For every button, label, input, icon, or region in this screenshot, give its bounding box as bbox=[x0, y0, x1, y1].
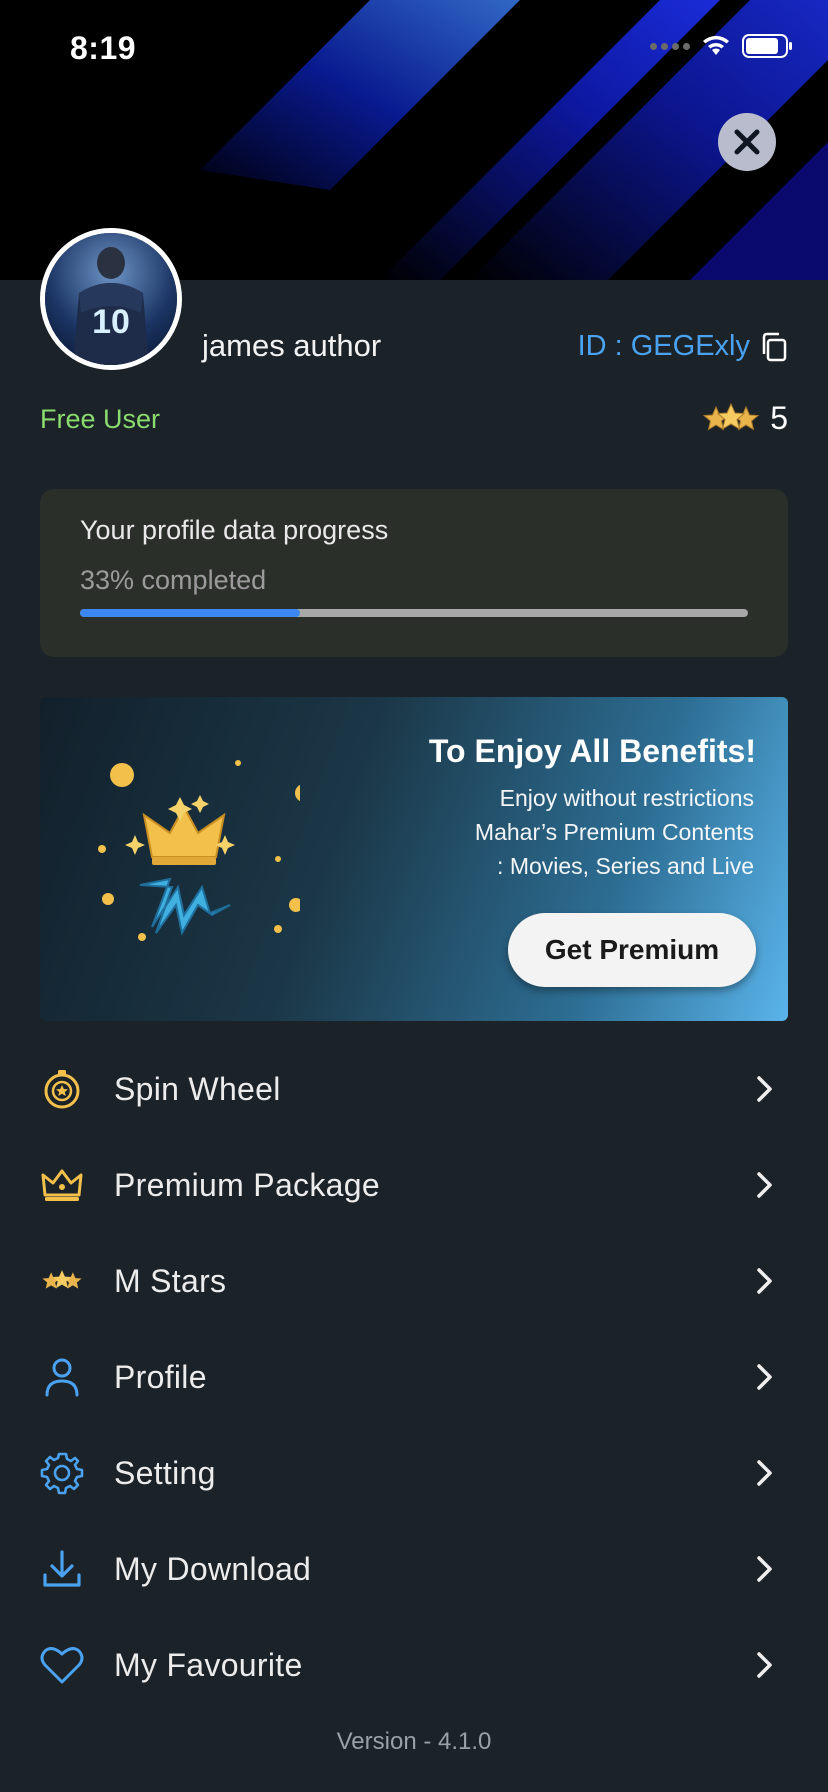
premium-line-3: : Movies, Series and Live bbox=[497, 853, 754, 879]
spin-wheel-icon bbox=[40, 1067, 84, 1111]
get-premium-button[interactable]: Get Premium bbox=[508, 913, 756, 987]
stars-icon bbox=[702, 402, 760, 431]
menu-item-label: M Stars bbox=[114, 1262, 227, 1299]
progress-bar-fill bbox=[80, 609, 301, 617]
app-version: Version - 4.1.0 bbox=[336, 1728, 492, 1755]
menu-item-label: Premium Package bbox=[114, 1166, 380, 1203]
svg-text:10: 10 bbox=[92, 303, 130, 341]
menu-item-m-stars[interactable]: M Stars bbox=[0, 1233, 828, 1329]
profile-progress-card[interactable]: Your profile data progress 33% completed bbox=[40, 489, 788, 657]
progress-bar bbox=[80, 609, 748, 617]
stars-icon bbox=[40, 1259, 84, 1303]
premium-crown-illustration bbox=[98, 760, 300, 941]
menu-item-setting[interactable]: Setting bbox=[0, 1425, 828, 1521]
heart-icon bbox=[40, 1643, 84, 1687]
premium-line-2: Mahar’s Premium Contents bbox=[474, 819, 754, 845]
user-id-text: ID : GEGExly bbox=[577, 330, 750, 362]
chevron-right-icon bbox=[757, 1268, 772, 1294]
avatar[interactable]: 10 bbox=[40, 228, 182, 370]
download-icon bbox=[40, 1547, 84, 1591]
menu-item-label: Profile bbox=[114, 1358, 207, 1395]
user-name: james author bbox=[202, 328, 382, 363]
wifi-icon bbox=[703, 35, 729, 55]
premium-banner[interactable]: To Enjoy All Benefits! Enjoy without res… bbox=[40, 697, 788, 1021]
user-icon bbox=[40, 1355, 84, 1399]
menu-item-premium-package[interactable]: Premium Package bbox=[0, 1137, 828, 1233]
cellular-signal-icon bbox=[650, 42, 690, 50]
chevron-right-icon bbox=[757, 1172, 772, 1198]
chevron-right-icon bbox=[757, 1460, 772, 1486]
chevron-right-icon bbox=[757, 1652, 772, 1678]
chevron-right-icon bbox=[757, 1364, 772, 1390]
menu-item-label: My Favourite bbox=[114, 1646, 303, 1683]
progress-title: Your profile data progress bbox=[80, 515, 389, 545]
copy-icon[interactable] bbox=[760, 332, 788, 362]
crown-icon bbox=[40, 1163, 84, 1207]
stars-balance[interactable]: 5 bbox=[702, 400, 788, 437]
close-icon bbox=[734, 129, 760, 155]
progress-status: 33% completed bbox=[80, 565, 267, 595]
menu-item-label: Spin Wheel bbox=[114, 1070, 281, 1107]
gear-icon bbox=[40, 1451, 84, 1495]
chevron-right-icon bbox=[757, 1076, 772, 1102]
battery-icon bbox=[742, 34, 792, 58]
menu-item-profile[interactable]: Profile bbox=[0, 1329, 828, 1425]
user-tier-label: Free User bbox=[40, 404, 161, 434]
user-id: ID : GEGExly bbox=[578, 330, 788, 363]
status-bar-time: 8:19 bbox=[70, 30, 137, 66]
stars-count-value: 5 bbox=[770, 400, 788, 436]
menu-list: Spin Wheel Premium Package M Stars Profi… bbox=[0, 1041, 828, 1713]
menu-item-spin-wheel[interactable]: Spin Wheel bbox=[0, 1041, 828, 1137]
close-button[interactable] bbox=[718, 113, 776, 171]
avatar-image: 10 bbox=[45, 233, 177, 365]
menu-item-my-download[interactable]: My Download bbox=[0, 1521, 828, 1617]
chevron-right-icon bbox=[757, 1556, 772, 1582]
premium-line-1: Enjoy without restrictions bbox=[499, 785, 754, 811]
menu-item-label: Setting bbox=[114, 1454, 216, 1491]
menu-item-my-favourite[interactable]: My Favourite bbox=[0, 1617, 828, 1713]
premium-heading: To Enjoy All Benefits! bbox=[428, 733, 756, 769]
menu-item-label: My Download bbox=[114, 1550, 312, 1587]
status-bar-icons bbox=[650, 34, 794, 58]
